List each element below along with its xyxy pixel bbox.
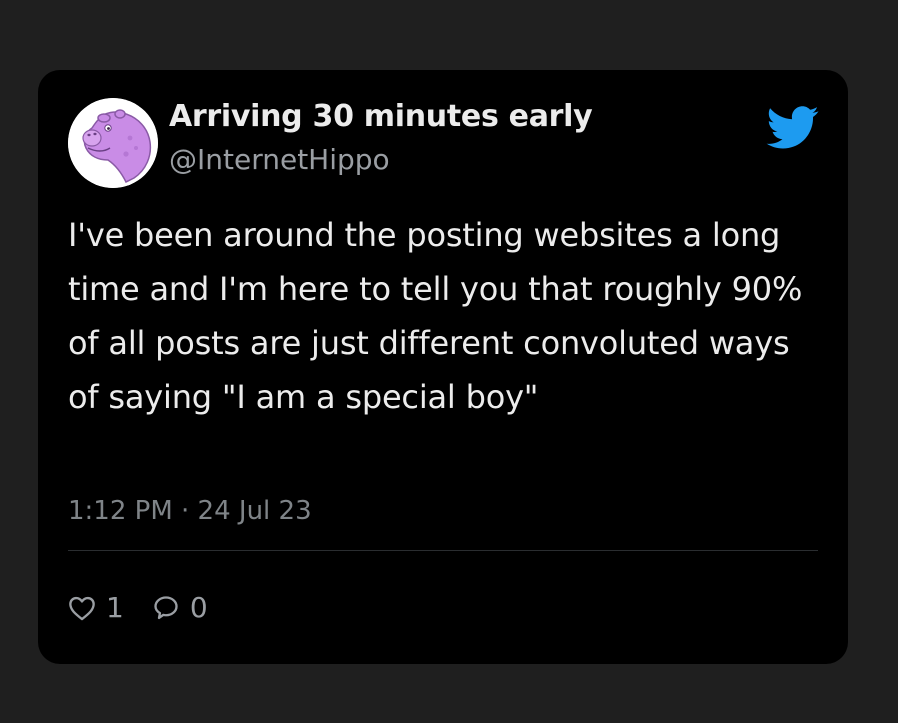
tweet-card[interactable]: Arriving 30 minutes early @InternetHippo… [38, 70, 848, 664]
like-count: 1 [106, 591, 124, 624]
user-handle[interactable]: @InternetHippo [169, 142, 390, 178]
twitter-bird-icon[interactable] [766, 106, 820, 150]
like-button[interactable]: 1 [68, 588, 124, 628]
avatar[interactable] [68, 98, 158, 188]
speech-bubble-icon [154, 596, 178, 620]
heart-icon [69, 596, 95, 621]
reply-button[interactable]: 0 [152, 588, 208, 628]
divider [68, 550, 818, 551]
reply-count: 0 [189, 591, 208, 624]
hippo-avatar-icon [68, 98, 158, 188]
display-name[interactable]: Arriving 30 minutes early [169, 98, 593, 136]
tweet-timestamp[interactable]: 1:12 PM · 24 Jul 23 [68, 494, 312, 528]
tweet-actions: 1 0 [68, 588, 236, 628]
tweet-text: I've been around the posting websites a … [68, 216, 803, 416]
